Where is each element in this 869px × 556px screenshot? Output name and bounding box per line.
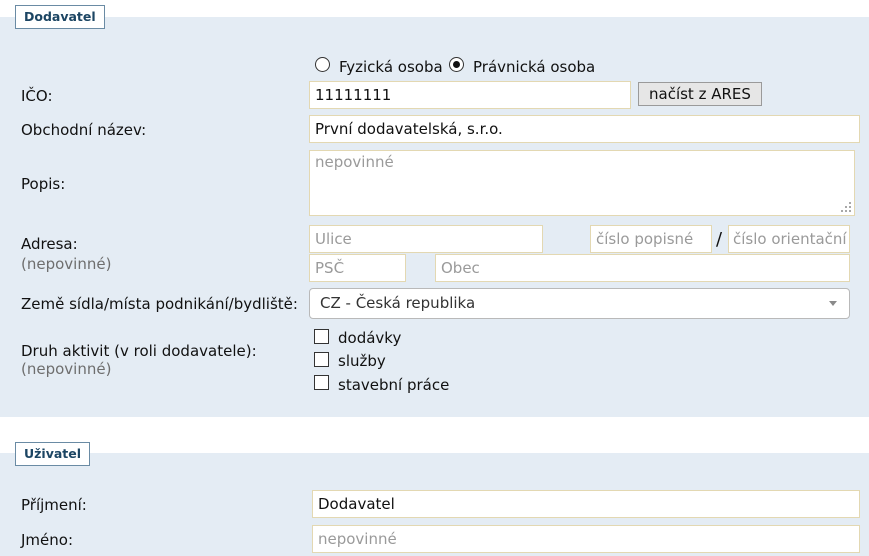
zip-input[interactable]: PSČ [309,254,406,282]
legal-person-radio[interactable] [449,57,464,72]
supplies-checkbox[interactable] [314,329,329,344]
orientation-number-input[interactable]: číslo orientační [728,225,850,253]
natural-person-label: Fyzická osoba [339,58,443,76]
supplier-legend: Dodavatel [15,5,105,29]
house-number-input[interactable]: číslo popisné [590,225,712,253]
first-name-label: Jméno: [21,531,74,549]
surname-input[interactable]: Dodavatel [312,490,860,518]
user-legend: Uživatel [15,442,91,466]
address-optional-label: (nepovinné) [21,255,112,273]
construction-checkbox[interactable] [314,375,329,390]
description-label: Popis: [21,175,66,193]
ico-input[interactable]: 11111111 [309,81,631,109]
activities-optional-label: (nepovinné) [21,360,112,378]
ico-label: IČO: [21,87,53,105]
number-separator: / [716,229,723,250]
construction-label: stavební práce [338,376,450,394]
resize-grip-icon[interactable] [841,202,851,212]
services-checkbox[interactable] [314,352,329,367]
country-select[interactable]: CZ - Česká republika [309,288,850,319]
description-textarea[interactable]: nepovinné [309,150,855,216]
street-input[interactable]: Ulice [309,225,543,253]
dropdown-arrow-icon [829,301,837,306]
legal-person-label: Právnická osoba [473,58,596,76]
surname-label: Příjmení: [21,496,87,514]
first-name-input[interactable]: nepovinné [312,525,860,553]
services-label: služby [338,352,386,370]
load-from-ares-button[interactable]: načíst z ARES [638,82,762,106]
country-label: Země sídla/místa podnikání/bydliště: [21,295,298,313]
supplies-label: dodávky [338,329,402,347]
activities-label: Druh aktivit (v roli dodavatele): [21,342,257,360]
city-input[interactable]: Obec [435,254,850,282]
natural-person-radio[interactable] [315,57,330,72]
address-label: Adresa: [21,235,78,253]
company-name-input[interactable]: První dodavatelská, s.r.o. [309,115,860,143]
description-placeholder: nepovinné [315,153,394,171]
country-selected-value: CZ - Česká republika [320,294,476,312]
company-name-label: Obchodní název: [21,121,147,139]
